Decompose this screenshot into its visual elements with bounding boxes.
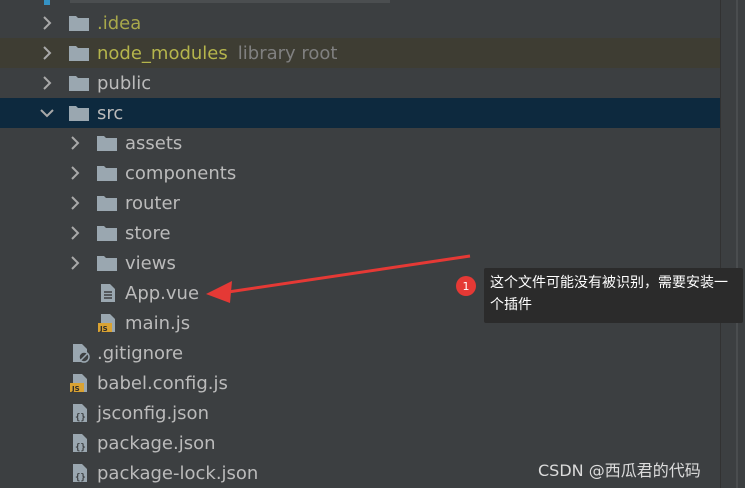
watermark: CSDN @西瓜君的代码 [538,461,701,480]
annotation-callout: 这个文件可能没有被识别，需要安装一个插件 [484,268,743,323]
annotation-arrow [206,254,471,303]
annotation-badge: 1 [456,276,476,296]
